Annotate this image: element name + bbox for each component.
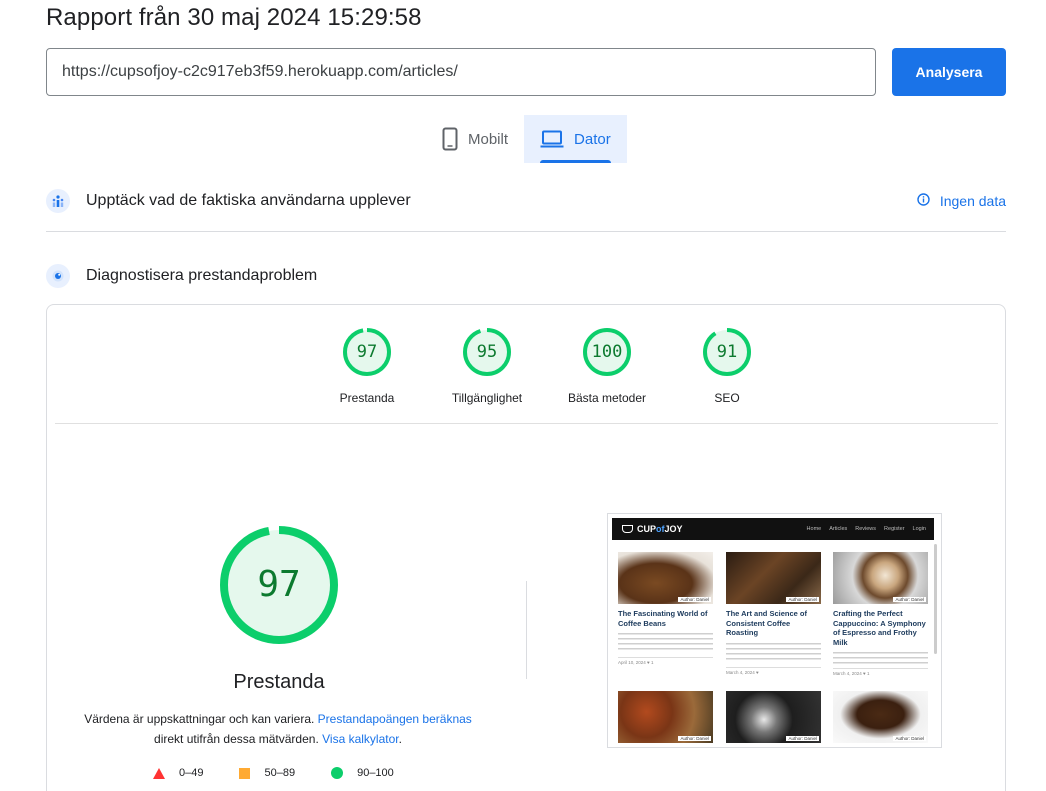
calculator-link[interactable]: Visa kalkylator <box>322 732 398 746</box>
analyze-button[interactable]: Analysera <box>892 48 1006 96</box>
article-card: Author: Daniel <box>618 691 713 743</box>
performance-note: Värdena är uppskattningar och kan varier… <box>77 709 479 749</box>
url-input[interactable] <box>46 48 876 96</box>
legend-pass: 90–100 <box>331 767 394 779</box>
article-date: March 4, 2024 ♥ <box>726 666 821 675</box>
score-label: Bästa metoder <box>567 391 647 405</box>
page-screenshot[interactable]: CUPofJOY Home Articles Reviews Register … <box>607 513 942 748</box>
lighthouse-report-card: 97 Prestanda 95 Tillgänglighet 100 Bästa… <box>46 304 1006 791</box>
score-label: SEO <box>714 391 740 405</box>
triangle-icon <box>153 767 165 779</box>
article-author: Author: Daniel <box>678 736 711 741</box>
score-ring: 95 <box>462 327 512 377</box>
article-excerpt <box>618 631 713 653</box>
legend-label: 90–100 <box>357 767 394 779</box>
score-legend: 0–49 50–89 90–100 <box>153 767 430 779</box>
performance-score: 97 <box>257 564 301 605</box>
score-label: Prestanda <box>339 391 395 405</box>
site-logo: CUPofJOY <box>622 524 683 534</box>
legend-label: 0–49 <box>179 767 204 779</box>
device-tabs: Mobilt Dator <box>426 115 627 163</box>
screenshot-nav-links: Home Articles Reviews Register Login <box>807 526 926 532</box>
article-image: Author: Daniel <box>618 691 713 743</box>
article-card: Author: Daniel The Art and Science of Co… <box>726 552 821 675</box>
tab-mobile-label: Mobilt <box>468 130 509 148</box>
nav-link: Reviews <box>855 526 877 532</box>
article-title: Crafting the Perfect Cappuccino: A Symph… <box>833 609 926 647</box>
circle-icon <box>331 767 344 779</box>
nav-link: Articles <box>829 526 848 532</box>
note-text: direkt utifrån dessa mätvärden. <box>154 732 323 746</box>
report-title: Rapport från 30 maj 2024 15:29:58 <box>46 4 422 31</box>
article-image: Author: Daniel <box>726 552 821 604</box>
lighthouse-icon <box>46 264 70 288</box>
score-gauge-best-practices[interactable]: 100 Bästa metoder <box>547 327 667 405</box>
article-title: The Fascinating World of Coffee Beans <box>618 609 708 628</box>
article-image: Author: Daniel <box>726 691 821 743</box>
card-divider <box>55 423 998 424</box>
vertical-divider <box>526 581 527 679</box>
tab-desktop-label: Dator <box>574 130 611 148</box>
score-gauge-accessibility[interactable]: 95 Tillgänglighet <box>427 327 547 405</box>
article-author: Author: Daniel <box>786 736 819 741</box>
field-data-title: Upptäck vad de faktiska användarna upple… <box>86 192 411 209</box>
score-value: 95 <box>476 342 498 362</box>
info-icon <box>917 193 930 209</box>
screenshot-navbar: CUPofJOY Home Articles Reviews Register … <box>612 518 934 540</box>
article-title: The Art and Science of Consistent Coffee… <box>726 609 807 637</box>
legend-fail: 0–49 <box>153 767 203 779</box>
tab-desktop[interactable]: Dator <box>524 115 627 163</box>
note-text: . <box>398 732 402 746</box>
cup-icon <box>622 525 633 533</box>
nav-link: Register <box>884 526 905 532</box>
no-data-link[interactable]: Ingen data <box>917 193 1006 209</box>
article-excerpt <box>833 650 928 664</box>
logo-text: CUPofJOY <box>637 524 683 534</box>
tab-mobile[interactable]: Mobilt <box>426 115 524 163</box>
no-data-label: Ingen data <box>939 193 1006 209</box>
article-card: Author: Daniel The Fascinating World of … <box>618 552 713 665</box>
article-card: Author: Daniel Crafting the Perfect Capp… <box>833 552 928 676</box>
note-text: Värdena är uppskattningar och kan varier… <box>84 712 318 726</box>
score-value: 91 <box>716 342 738 362</box>
article-card: Author: Daniel <box>726 691 821 743</box>
article-author: Author: Daniel <box>893 597 926 602</box>
field-data-section: Upptäck vad de faktiska användarna upple… <box>46 186 1006 216</box>
article-date: March 4, 2024 ♥ 1 <box>833 668 928 676</box>
score-gauge-performance[interactable]: 97 Prestanda <box>307 327 427 405</box>
section-divider <box>46 231 1006 232</box>
article-excerpt <box>726 640 821 663</box>
score-ring: 91 <box>702 327 752 377</box>
score-value: 97 <box>356 342 378 362</box>
score-gauges: 97 Prestanda 95 Tillgänglighet 100 Bästa… <box>307 327 787 405</box>
nav-link: Login <box>912 526 926 532</box>
score-label: Tillgänglighet <box>451 391 523 405</box>
laptop-icon <box>540 130 564 148</box>
square-icon <box>239 767 251 779</box>
crux-icon <box>46 189 70 213</box>
article-image: Author: Daniel <box>618 552 713 604</box>
performance-gauge: 97 <box>219 525 339 645</box>
article-author: Author: Daniel <box>678 597 711 602</box>
score-value: 100 <box>591 342 623 362</box>
score-gauge-seo[interactable]: 91 SEO <box>667 327 787 405</box>
article-image: Author: Daniel <box>833 552 928 604</box>
article-image: Author: Daniel <box>833 691 928 743</box>
article-date: April 10, 2024 ♥ 1 <box>618 657 713 665</box>
score-calculation-link[interactable]: Prestandapoängen beräknas <box>318 712 472 726</box>
smartphone-icon <box>442 127 458 151</box>
score-ring: 97 <box>342 327 392 377</box>
diagnose-title: Diagnostisera prestandaproblem <box>86 267 318 284</box>
nav-link: Home <box>806 526 822 532</box>
diagnose-section: Diagnostisera prestandaproblem <box>46 261 1006 291</box>
score-ring: 100 <box>582 327 632 377</box>
article-author: Author: Daniel <box>893 736 926 741</box>
article-card: Author: Daniel <box>833 691 928 743</box>
article-author: Author: Daniel <box>786 597 819 602</box>
performance-title: Prestanda <box>233 671 325 693</box>
legend-label: 50–89 <box>264 767 296 779</box>
legend-average: 50–89 <box>239 767 295 779</box>
screenshot-scrollbar <box>934 544 937 654</box>
